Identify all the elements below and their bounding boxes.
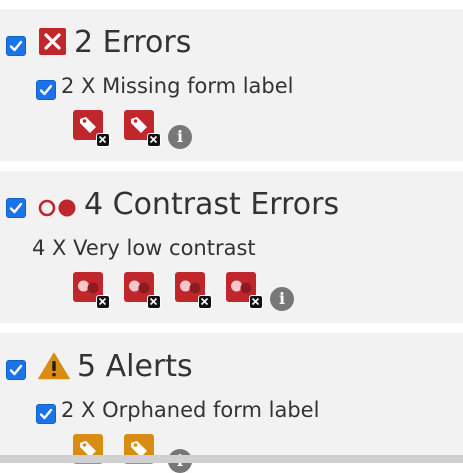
errors-checkbox[interactable]: [6, 36, 26, 56]
orphaned-form-label-checkbox[interactable]: [36, 404, 56, 424]
errors-panel: 2 Errors 2 X Missing form label i: [0, 9, 463, 161]
contrast-title: 4 Contrast Errors: [84, 187, 340, 222]
missing-form-label-text: 2 X Missing form label: [61, 74, 294, 98]
close-icon: [147, 133, 161, 147]
errors-title: 2 Errors: [74, 25, 192, 60]
contrast-error-icon[interactable]: [73, 272, 110, 309]
orphaned-form-label-text: 2 X Orphaned form label: [61, 398, 320, 422]
alerts-title: 5 Alerts: [77, 349, 193, 384]
contrast-error-icon[interactable]: [175, 272, 212, 309]
close-icon: [96, 295, 110, 309]
alerts-checkbox[interactable]: [6, 360, 26, 380]
alerts-panel: 5 Alerts 2 X Orphaned form label i: [0, 333, 463, 473]
close-icon: [147, 295, 161, 309]
contrast-icon: [38, 198, 78, 218]
contrast-error-icon[interactable]: [124, 272, 161, 309]
error-x-icon: [39, 28, 66, 55]
very-low-contrast-text: 4 X Very low contrast: [32, 236, 256, 260]
error-tag-icon[interactable]: [73, 110, 110, 147]
close-icon: [96, 133, 110, 147]
error-tag-icon[interactable]: [124, 110, 161, 147]
contrast-checkbox[interactable]: [6, 198, 26, 218]
contrast-panel: 4 Contrast Errors 4 X Very low contrast: [0, 171, 463, 323]
contrast-error-icon[interactable]: [226, 272, 263, 309]
info-icon[interactable]: i: [168, 125, 192, 149]
info-icon[interactable]: i: [270, 287, 294, 311]
alert-triangle-icon: [38, 352, 70, 380]
close-icon: [249, 295, 263, 309]
close-icon: [198, 295, 212, 309]
horizontal-scrollbar[interactable]: [0, 455, 463, 463]
missing-form-label-checkbox[interactable]: [36, 80, 56, 100]
